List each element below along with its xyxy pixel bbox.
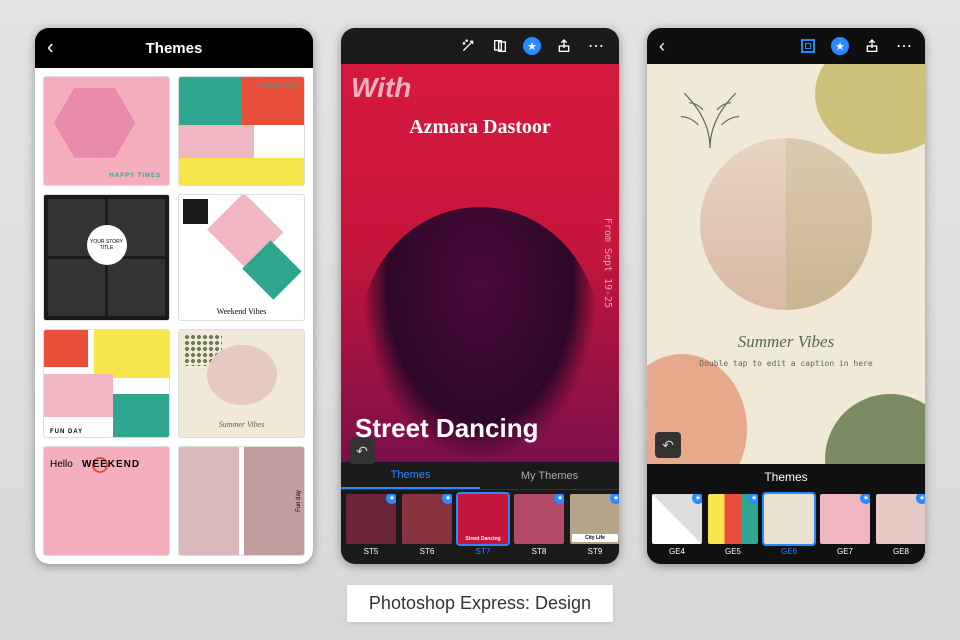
editor-toolbar: ‹ ★ ⋯ <box>647 28 925 64</box>
theme-label: HAPPY TIMES <box>109 173 161 179</box>
thumb-id: GE8 <box>893 547 909 556</box>
magic-wand-icon[interactable] <box>459 37 477 55</box>
more-icon[interactable]: ⋯ <box>895 37 913 55</box>
theme-card-fun-day[interactable]: FUN DAY <box>43 329 170 439</box>
layers-icon[interactable] <box>491 37 509 55</box>
theme-thumb-ge5[interactable]: ★ GE5 <box>707 494 759 564</box>
theme-label: Summer Vibes <box>179 420 304 429</box>
theme-card-summer-vibes[interactable]: Summer Vibes <box>178 329 305 439</box>
page-title: Themes <box>146 40 203 57</box>
theme-thumb-ge7[interactable]: ★ GE7 <box>819 494 871 564</box>
canvas-text-with[interactable]: With <box>351 72 411 104</box>
theme-card-weekend-vibes-geo[interactable]: weekend vibes <box>178 76 305 186</box>
theme-thumb-st5[interactable]: ★ ST5 <box>345 494 397 564</box>
thumb-id: ST6 <box>420 547 435 556</box>
editor-toolbar: ★ ⋯ <box>341 28 619 64</box>
theme-thumb-ge6[interactable]: GE6 <box>763 494 815 564</box>
canvas-title[interactable]: Summer Vibes <box>647 332 925 352</box>
premium-badge-icon: ★ <box>860 494 870 504</box>
undo-icon[interactable]: ↶ <box>655 432 681 458</box>
theme-label: Fun day <box>296 490 302 512</box>
theme-card-weekend-vibes-diamond[interactable]: Weekend Vibes <box>178 194 305 321</box>
editor-canvas[interactable]: With Azmara Dastoor From Sept 19-25 Stre… <box>341 64 619 462</box>
theme-card-your-story[interactable]: YOUR STORY TITLE <box>43 194 170 321</box>
theme-thumb-st6[interactable]: ★ ST6 <box>401 494 453 564</box>
premium-badge-icon: ★ <box>442 494 452 504</box>
theme-card-happy-times[interactable]: HAPPY TIMES <box>43 76 170 186</box>
canvas-text-date[interactable]: From Sept 19-25 <box>602 218 613 308</box>
theme-thumbnail-strip: ★ ST5 ★ ST6 Street Dancing ST7 ★ ST8 Cit… <box>341 490 619 564</box>
thumb-id: ST7 <box>476 547 491 556</box>
photo-slot-left[interactable] <box>700 138 786 310</box>
editor-canvas[interactable]: Summer Vibes Double tap to edit a captio… <box>647 64 925 464</box>
premium-badge-icon: ★ <box>748 494 758 504</box>
star-badge-icon[interactable]: ★ <box>523 37 541 55</box>
premium-badge-icon: ★ <box>610 494 619 504</box>
theme-label: FUN DAY <box>50 429 83 435</box>
strip-section-label: Themes <box>647 464 925 490</box>
star-badge-icon[interactable]: ★ <box>831 37 849 55</box>
canvas-text-title[interactable]: Street Dancing <box>355 413 539 444</box>
theme-thumbnail-strip: ★ GE4 ★ GE5 GE6 ★ GE7 ★ GE8 <box>647 490 925 564</box>
thumb-id: GE6 <box>781 547 797 556</box>
thumb-id: GE7 <box>837 547 853 556</box>
theme-thumb-st7[interactable]: Street Dancing ST7 <box>457 494 509 564</box>
figure-caption: Photoshop Express: Design <box>347 585 613 622</box>
theme-label-part1: Hello <box>50 459 73 470</box>
thumb-id: ST9 <box>588 547 603 556</box>
theme-label: YOUR STORY TITLE <box>87 225 127 265</box>
thumb-id: ST8 <box>532 547 547 556</box>
phone-editor-summer-vibes: ‹ ★ ⋯ Summer Vibes Double tap to <box>647 28 925 564</box>
thumb-id: GE5 <box>725 547 741 556</box>
canvas-photo-pair[interactable] <box>696 134 876 314</box>
thumb-id: ST5 <box>364 547 379 556</box>
thumb-id: GE4 <box>669 547 685 556</box>
premium-badge-icon: ★ <box>916 494 925 504</box>
tab-my-themes[interactable]: My Themes <box>480 462 619 489</box>
theme-card-hello-weekend[interactable]: Hello WEEKEND <box>43 446 170 556</box>
back-icon[interactable]: ‹ <box>47 37 54 60</box>
back-icon[interactable]: ‹ <box>659 36 785 57</box>
photo-slot-right[interactable] <box>786 138 872 310</box>
share-icon[interactable] <box>555 37 573 55</box>
canvas-caption-hint[interactable]: Double tap to edit a caption in here <box>647 358 925 369</box>
undo-icon[interactable]: ↶ <box>349 438 375 464</box>
theme-label: weekend vibes <box>258 83 298 90</box>
theme-thumb-ge8[interactable]: ★ GE8 <box>875 494 925 564</box>
theme-thumb-st8[interactable]: ★ ST8 <box>513 494 565 564</box>
theme-grid: HAPPY TIMES weekend vibes YOUR STORY TIT… <box>35 68 313 564</box>
canvas-text-artist[interactable]: Azmara Dastoor <box>341 116 619 139</box>
theme-label-part2: WEEKEND <box>82 459 140 470</box>
thumb-caption: Street Dancing <box>460 536 506 542</box>
premium-badge-icon: ★ <box>692 494 702 504</box>
more-icon[interactable]: ⋯ <box>587 37 605 55</box>
theme-card-fun-day-split[interactable]: Fun day <box>178 446 305 556</box>
premium-badge-icon: ★ <box>554 494 564 504</box>
tab-themes[interactable]: Themes <box>341 462 480 489</box>
frame-icon[interactable] <box>799 37 817 55</box>
theme-thumb-st9[interactable]: City Life ★ ST9 <box>569 494 619 564</box>
theme-thumb-ge4[interactable]: ★ GE4 <box>651 494 703 564</box>
phone-themes-gallery: ‹ Themes HAPPY TIMES weekend vibes YOUR … <box>35 28 313 564</box>
thumb-caption: City Life <box>572 534 618 542</box>
header-bar: ‹ Themes <box>35 28 313 68</box>
share-icon[interactable] <box>863 37 881 55</box>
theme-label: Weekend Vibes <box>179 307 304 316</box>
phone-editor-street-dancing: ★ ⋯ With Azmara Dastoor From Sept 19-25 … <box>341 28 619 564</box>
leaf-decoration-icon <box>675 84 745 154</box>
premium-badge-icon: ★ <box>386 494 396 504</box>
theme-tab-bar: Themes My Themes <box>341 462 619 490</box>
